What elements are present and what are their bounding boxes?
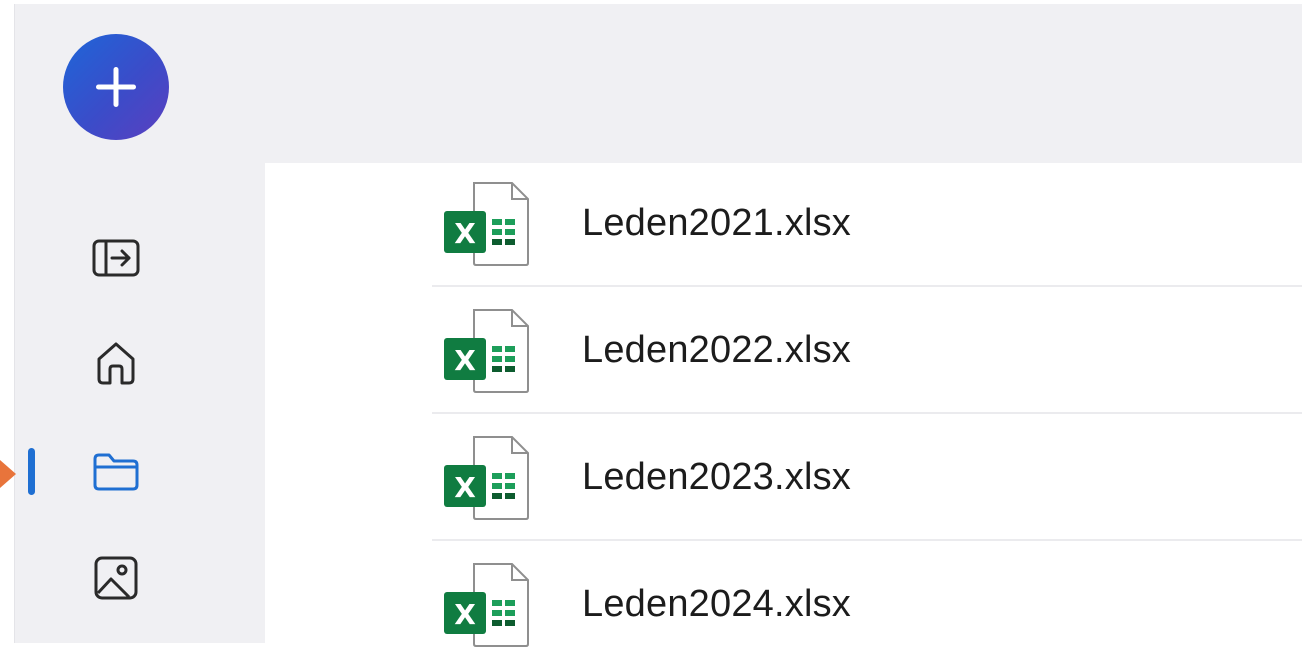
file-name: Leden2023.xlsx	[582, 456, 852, 498]
file-row[interactable]: X Leden2021.xlsx	[432, 160, 1302, 287]
file-row[interactable]: X Leden2023.xlsx	[432, 414, 1302, 541]
excel-file-icon: X	[444, 308, 529, 393]
svg-text:X: X	[454, 217, 476, 250]
create-new-button[interactable]	[63, 34, 169, 140]
file-row[interactable]: X Leden2024.xlsx	[432, 541, 1302, 668]
sidebar-item-files[interactable]	[88, 444, 144, 500]
file-row[interactable]: X Leden2022.xlsx	[432, 287, 1302, 414]
svg-text:X: X	[454, 598, 476, 631]
image-icon	[94, 556, 138, 600]
plus-icon	[96, 67, 136, 107]
active-indicator	[28, 448, 35, 495]
folder-icon	[93, 453, 139, 491]
svg-text:X: X	[454, 471, 476, 504]
excel-file-icon: X	[444, 181, 529, 266]
panel-expand-icon	[92, 239, 140, 277]
excel-file-icon: X	[444, 562, 529, 647]
excel-file-icon: X	[444, 435, 529, 520]
file-name: Leden2022.xlsx	[582, 329, 852, 371]
file-name: Leden2021.xlsx	[582, 202, 852, 244]
file-name: Leden2024.xlsx	[582, 583, 852, 625]
sidebar-item-home[interactable]	[88, 335, 144, 391]
home-icon	[97, 342, 135, 385]
file-list-panel: X Leden2021.xlsx X Leden2022.xlsx X Lede…	[265, 160, 1302, 647]
sidebar-item-photos[interactable]	[88, 550, 144, 606]
sidebar-item-collapse[interactable]	[88, 230, 144, 286]
pointer-arrow-marker	[0, 460, 16, 488]
svg-text:X: X	[454, 344, 476, 377]
